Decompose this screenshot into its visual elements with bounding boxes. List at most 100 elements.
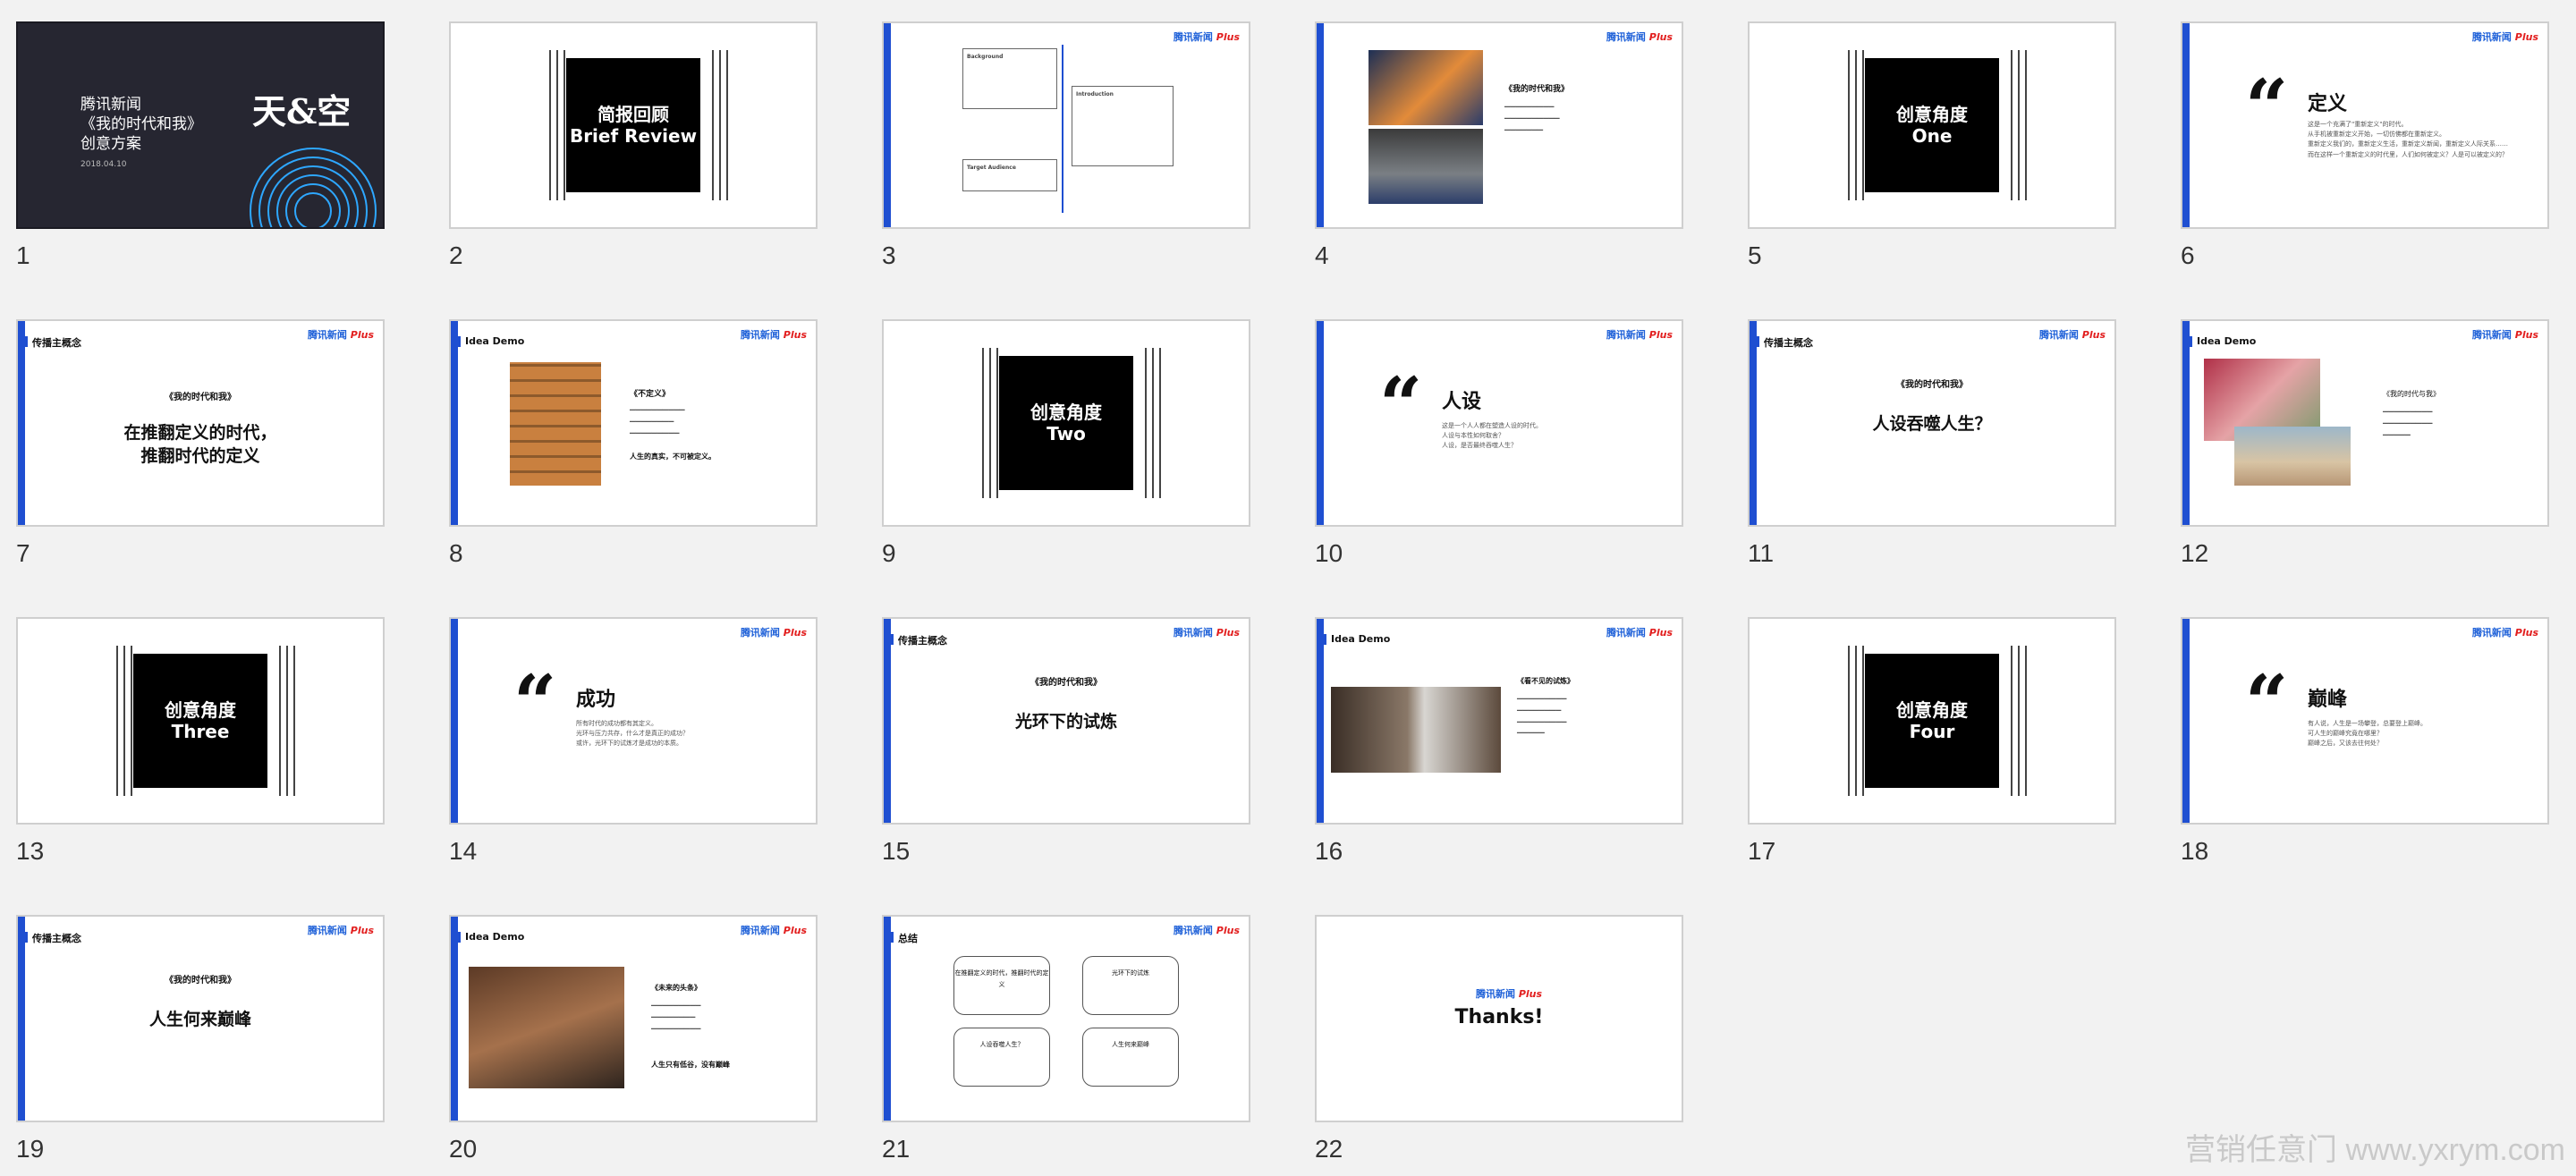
tencent-news-logo: 腾讯新闻 Plus — [1606, 627, 1673, 639]
slide-tagline: 人生只有低谷，没有巅峰 — [651, 1061, 730, 1069]
body-text: ▁▁▁▁▁▁▁▁▁ ▁▁▁▁▁▁▁▁ ▁▁▁▁▁▁▁▁▁ ▁▁▁▁▁ — [1517, 691, 1567, 734]
slide-main-line1: 光环下的试炼 — [1014, 712, 1117, 732]
surfers-photo — [2234, 427, 2351, 486]
accent-bar — [1317, 23, 1324, 227]
slide-heading: 《我的时代和我》 — [165, 976, 236, 986]
body-text: ▁▁▁▁▁▁▁▁▁▁▁▁▁▁▁▁▁▁▁▁▁▁▁▁▁▁ — [651, 998, 701, 1029]
slide-number: 6 — [2181, 241, 2195, 269]
slide-main-line1: 人设吞噬人生？ — [1872, 414, 1992, 434]
city-night-photo — [1368, 50, 1483, 125]
timeline-arrow — [1062, 45, 1063, 213]
slide-thumb-12[interactable]: 腾讯新闻 Plus Idea Demo 《我的时代与我》 ▁▁▁▁▁▁▁▁▁ ▁▁… — [2181, 319, 2549, 527]
section-block: 创意角度 Four — [1865, 654, 1999, 788]
slide-heading: 《我的时代和我》 — [1504, 85, 1570, 94]
summary-pill: 人设吞噬人生？ — [953, 1028, 1050, 1087]
summary-pill: 光环下的试炼 — [1082, 956, 1179, 1015]
section-label: 传播主概念 — [1757, 336, 1813, 349]
slide-thumb-7[interactable]: 腾讯新闻 Plus 传播主概念 《我的时代和我》 在推翻定义的时代， 推翻时代的… — [16, 319, 385, 527]
target-audience-box: Target Audience — [962, 159, 1057, 191]
slide-heading: 《不定义》 — [630, 390, 671, 399]
slide-thumb-15[interactable]: 腾讯新闻 Plus 传播主概念 《我的时代和我》 光环下的试炼 — [882, 617, 1250, 825]
section-title-cn: 创意角度 — [1896, 104, 1968, 125]
slide-thumb-21[interactable]: 腾讯新闻 Plus 总结 在推翻定义的时代，推翻时代的定义 光环下的试炼 人设吞… — [882, 915, 1250, 1122]
tencent-news-logo: 腾讯新闻 Plus — [2471, 329, 2538, 341]
tencent-news-logo: 腾讯新闻 Plus — [1476, 988, 1543, 1000]
section-block: 创意角度 Three — [133, 654, 267, 788]
accent-bar — [1317, 619, 1324, 823]
section-title-en: Brief Review — [569, 125, 698, 147]
section-block: 创意角度 One — [1865, 58, 1999, 192]
quote-mark-icon: “ — [1379, 360, 1423, 449]
slide-thumb-18[interactable]: 腾讯新闻 Plus “ 巅峰 有人说，人生是一场攀登，总要登上巅峰。 可人生的巅峰… — [2181, 617, 2549, 825]
slide-thumb-5[interactable]: 创意角度 One — [1748, 21, 2116, 229]
section-label: Idea Demo — [457, 931, 525, 943]
slide-thumb-19[interactable]: 腾讯新闻 Plus 传播主概念 《我的时代和我》 人生何来巅峰 — [16, 915, 385, 1122]
summary-pill: 在推翻定义的时代，推翻时代的定义 — [953, 956, 1050, 1015]
accent-bar — [451, 619, 458, 823]
decor-lines-right — [277, 646, 301, 796]
section-block: 创意角度 Two — [999, 356, 1133, 490]
accent-bar — [451, 321, 458, 525]
slide-thumb-20[interactable]: 腾讯新闻 Plus Idea Demo 《未来的头条》 ▁▁▁▁▁▁▁▁▁ ▁▁▁… — [449, 915, 818, 1122]
slide-thumb-9[interactable]: 创意角度 Two — [882, 319, 1250, 527]
section-block: 简报回顾 Brief Review — [566, 58, 700, 192]
slide-heading: 《未来的头条》 — [651, 984, 701, 992]
accent-bar — [884, 23, 891, 227]
section-title-en: Three — [171, 721, 230, 742]
decor-lines-right — [710, 50, 733, 200]
body-text: 这是一个充满了"重新定义"的时代。 从手机被重新定义开始，一切仿佛都在重新定义。重… — [2308, 121, 2508, 158]
archive-boxes-photo — [510, 362, 601, 486]
introduction-box: Introduction — [1072, 86, 1174, 166]
slide-heading: 定义 — [2308, 93, 2348, 115]
slide-thumb-4[interactable]: 腾讯新闻 Plus 《我的时代和我》 ▁▁▁▁▁▁▁▁▁ ▁▁▁▁▁▁▁▁▁▁ ▁▁… — [1315, 21, 1683, 229]
slide-thumb-16[interactable]: 腾讯新闻 Plus Idea Demo 《看不见的试炼》 ▁▁▁▁▁▁▁▁▁ ▁▁… — [1315, 617, 1683, 825]
slide-number: 3 — [882, 241, 896, 269]
slide-heading: 《我的时代和我》 — [1896, 380, 1968, 390]
tencent-news-logo: 腾讯新闻 Plus — [1173, 925, 1240, 936]
slide-thumb-17[interactable]: 创意角度 Four — [1748, 617, 2116, 825]
accent-bar — [884, 917, 891, 1121]
slide-thumb-3[interactable]: 腾讯新闻 Plus Background Introduction Target… — [882, 21, 1250, 229]
background-box: Background — [962, 48, 1057, 109]
tencent-news-logo: 腾讯新闻 Plus — [2038, 329, 2106, 341]
slide-thumb-14[interactable]: 腾讯新闻 Plus “ 成功 所有时代的成功都有其定义。 光环与压力共存，什么才是… — [449, 617, 818, 825]
decor-lines-right — [2009, 50, 2032, 200]
quote-mark-icon: “ — [513, 658, 557, 747]
slide-number: 17 — [1748, 837, 1776, 865]
accent-bar — [1317, 321, 1324, 525]
section-title-cn: 简报回顾 — [597, 104, 669, 125]
slide-number: 19 — [16, 1135, 45, 1163]
section-label: Idea Demo — [457, 335, 525, 347]
slide-thumb-6[interactable]: 腾讯新闻 Plus “ 定义 这是一个充满了"重新定义"的时代。 从手机被重新定义… — [2181, 21, 2549, 229]
tencent-news-logo: 腾讯新闻 Plus — [740, 925, 807, 936]
section-title-en: Two — [1046, 423, 1086, 444]
slide-thumb-13[interactable]: 创意角度 Three — [16, 617, 385, 825]
slide-number: 11 — [1748, 539, 1775, 567]
slide-number: 18 — [2181, 837, 2209, 865]
slide-number: 7 — [16, 539, 30, 567]
slide-heading: 人设 — [1442, 391, 1482, 413]
slide-tagline: 人生的真实，不可被定义。 — [630, 453, 716, 461]
slide-number: 21 — [882, 1135, 911, 1163]
slide-heading: 成功 — [576, 689, 616, 711]
slide-heading: 巅峰 — [2308, 689, 2348, 711]
body-text: ▁▁▁▁▁▁▁▁▁▁▁▁▁▁▁▁▁▁▁▁▁▁▁▁▁▁ — [1504, 99, 1560, 131]
section-title-cn: 创意角度 — [165, 699, 236, 721]
slide-number: 15 — [882, 837, 911, 865]
section-label: Idea Demo — [1323, 633, 1391, 645]
tencent-news-logo: 腾讯新闻 Plus — [1173, 31, 1240, 43]
slide-thumb-2[interactable]: 简报回顾 Brief Review — [449, 21, 818, 229]
slide-thumb-11[interactable]: 腾讯新闻 Plus 传播主概念 《我的时代和我》 人设吞噬人生？ — [1748, 319, 2116, 527]
slide-thumb-1[interactable]: 腾讯新闻 《我的时代和我》 创意方案 2018.04.10 天&空 — [16, 21, 385, 229]
tencent-news-logo: 腾讯新闻 Plus — [740, 329, 807, 341]
slide1-line3: 创意方案 — [80, 135, 141, 153]
slide-heading: 《我的时代与我》 — [2383, 390, 2440, 398]
slide-thumb-10[interactable]: 腾讯新闻 Plus “ 人设 这是一个人人都在塑造人设的时代。 人设与本性如何取舍… — [1315, 319, 1683, 527]
slide-heading: 《看不见的试炼》 — [1517, 677, 1574, 685]
decor-lines-right — [2009, 646, 2032, 796]
tencent-news-logo: 腾讯新闻 Plus — [1606, 31, 1673, 43]
slide-thumb-8[interactable]: 腾讯新闻 Plus Idea Demo 《不定义》 ▁▁▁▁▁▁▁▁▁▁ ▁▁▁▁… — [449, 319, 818, 527]
tencent-news-logo: 腾讯新闻 Plus — [2471, 31, 2538, 43]
slide-heading: 《我的时代和我》 — [1030, 678, 1102, 688]
slide-thumb-22[interactable]: 腾讯新闻 Plus Thanks! — [1315, 915, 1683, 1122]
